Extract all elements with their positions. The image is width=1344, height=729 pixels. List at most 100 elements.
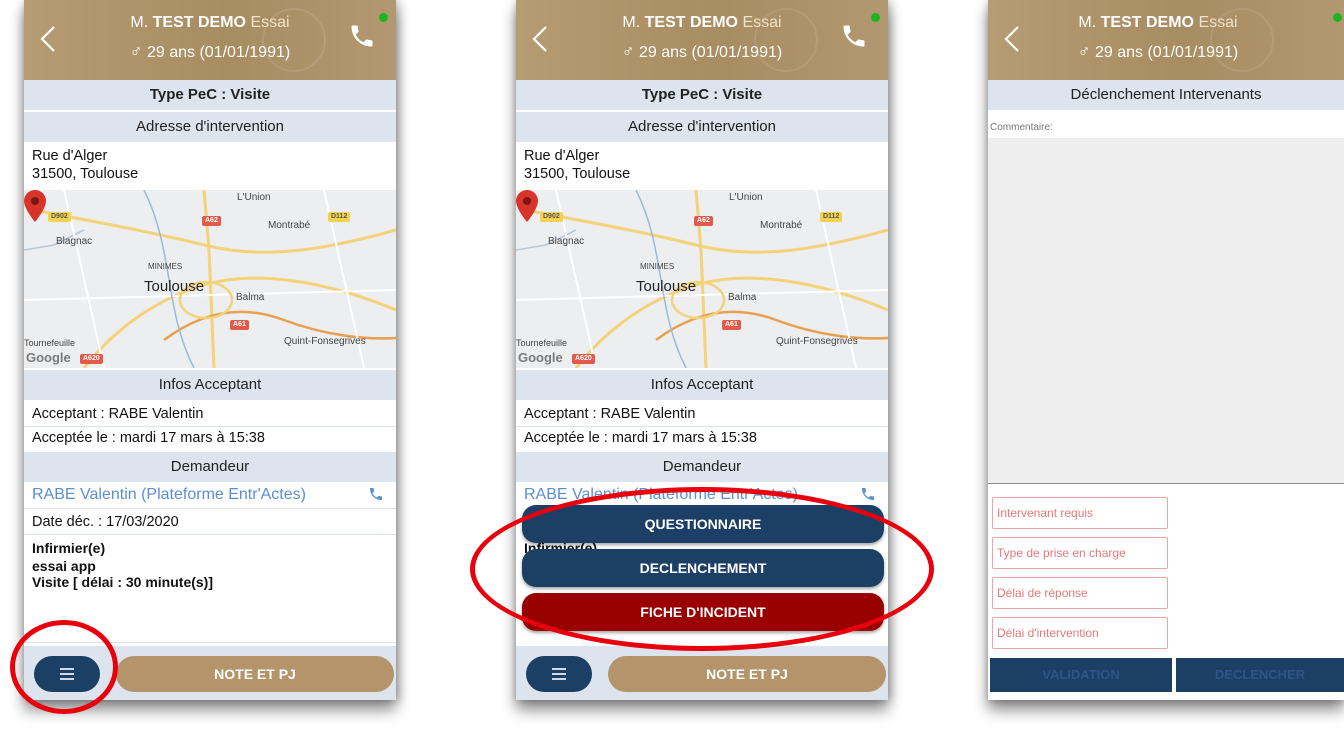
delai-reponse-field[interactable]: Délai de réponse — [992, 577, 1168, 609]
road-a620: A620 — [572, 354, 595, 364]
accepted-date-line: Acceptée le : mardi 17 mars à 15:38 — [524, 430, 757, 446]
screen-menu-open: M. TEST DEMO Essai ♂ 29 ans (01/01/1991)… — [516, 0, 888, 700]
address-line-1: Rue d'Alger — [32, 148, 108, 164]
divider — [24, 426, 396, 427]
map-label-balma: Balma — [728, 292, 757, 303]
demandeur-phone-icon[interactable] — [860, 485, 876, 503]
patient-age-text: 29 ans (01/01/1991) — [146, 44, 291, 61]
location-pin-icon[interactable] — [24, 190, 46, 222]
patient-last-name: TEST DEMO — [1100, 14, 1194, 31]
male-icon: ♂ — [129, 42, 143, 61]
address-line-2: 31500, Toulouse — [32, 166, 139, 182]
demandeur-name-link[interactable]: RABE Valentin (Plateforme Entr'Actes) — [524, 486, 798, 504]
phone-call-icon[interactable] — [840, 20, 868, 52]
declencher-button[interactable]: DECLENCHER — [1176, 658, 1344, 692]
road-a62: A62 — [202, 216, 221, 226]
type-pec-bar: Type PeC : Visite — [516, 80, 888, 110]
map-label-montrabe: Montrabé — [268, 220, 311, 231]
intervention-map[interactable]: L'Union Montrabé Blagnac MINIMES Balma Q… — [516, 190, 888, 368]
hamburger-menu-icon — [60, 668, 74, 680]
comment-textarea[interactable] — [988, 138, 1344, 484]
acceptant-header: Infos Acceptant — [516, 370, 888, 400]
map-label-quint: Quint-Fonsegrives — [776, 336, 858, 347]
accepted-date-line: Acceptée le : mardi 17 mars à 15:38 — [32, 430, 265, 446]
phone-call-icon[interactable] — [348, 20, 376, 52]
acceptant-line: Acceptant : RABE Valentin — [32, 406, 204, 422]
screen-patient-detail: M. TEST DEMO Essai ♂ 29 ans (01/01/1991)… — [24, 0, 396, 700]
demandeur-name-link[interactable]: RABE Valentin (Plateforme Entr'Actes) — [32, 486, 306, 504]
patient-first-name: Essai — [250, 14, 290, 31]
stage: M. TEST DEMO Essai ♂ 29 ans (01/01/1991)… — [0, 0, 1344, 729]
patient-last-name: TEST DEMO — [152, 14, 246, 31]
bottom-bar: NOTE ET PJ — [24, 646, 396, 700]
location-pin-icon[interactable] — [516, 190, 538, 222]
delai-intervention-field[interactable]: Délai d'intervention — [992, 617, 1168, 649]
bottom-bar: NOTE ET PJ — [516, 646, 888, 700]
demandeur-header: Demandeur — [24, 452, 396, 482]
declenchement-button[interactable]: DECLENCHEMENT — [522, 549, 884, 587]
road-d902: D902 — [540, 212, 563, 222]
address-header: Adresse d'intervention — [24, 112, 396, 142]
online-status-dot — [871, 13, 880, 22]
patient-name: M. TEST DEMO Essai — [988, 14, 1344, 32]
map-label-montrabe: Montrabé — [760, 220, 803, 231]
map-label-minimes: MINIMES — [640, 262, 675, 271]
divider — [24, 642, 396, 643]
map-label-lunion: L'Union — [237, 192, 271, 203]
acceptant-line: Acceptant : RABE Valentin — [524, 406, 696, 422]
acceptant-header: Infos Acceptant — [24, 370, 396, 400]
map-label-minimes: MINIMES — [148, 262, 183, 271]
patient-title: M. — [1078, 14, 1097, 31]
questionnaire-button[interactable]: QUESTIONNAIRE — [522, 505, 884, 543]
patient-age-text: 29 ans (01/01/1991) — [638, 44, 783, 61]
screen-declenchement: M. TEST DEMO Essai ♂ 29 ans (01/01/1991)… — [988, 0, 1344, 700]
google-logo: Google — [518, 350, 563, 365]
patient-header: M. TEST DEMO Essai ♂ 29 ans (01/01/1991) — [516, 0, 888, 80]
divider — [24, 508, 396, 509]
male-icon: ♂ — [1077, 42, 1091, 61]
map-label-blagnac: Blagnac — [548, 236, 585, 247]
patient-title: M. — [130, 14, 149, 31]
visit-delay-line: Visite [ délai : 30 minute(s)] — [32, 574, 214, 590]
note-pj-button[interactable]: NOTE ET PJ — [116, 656, 394, 692]
road-a62: A62 — [694, 216, 713, 226]
menu-button[interactable] — [526, 656, 592, 692]
declenchement-header: Déclenchement Intervenants — [988, 80, 1344, 110]
hamburger-menu-icon — [552, 668, 566, 680]
patient-age: ♂ 29 ans (01/01/1991) — [24, 42, 396, 62]
map-label-toulouse: Toulouse — [144, 278, 205, 295]
patient-age-text: 29 ans (01/01/1991) — [1094, 44, 1239, 61]
patient-name: M. TEST DEMO Essai — [24, 14, 396, 32]
validation-button[interactable]: VALIDATION — [990, 658, 1172, 692]
road-a61: A61 — [230, 320, 249, 330]
address-line-1: Rue d'Alger — [524, 148, 600, 164]
patient-title: M. — [622, 14, 641, 31]
road-d112: D112 — [328, 212, 351, 222]
fiche-incident-button[interactable]: FICHE D'INCIDENT — [522, 593, 884, 631]
intervenant-requis-field[interactable]: Intervenant requis — [992, 497, 1168, 529]
patient-header: M. TEST DEMO Essai ♂ 29 ans (01/01/1991) — [24, 0, 396, 80]
map-label-tournefeuille: Tournefeuille — [516, 338, 568, 348]
demandeur-phone-icon[interactable] — [368, 485, 384, 503]
comment-label: Commentaire: — [990, 122, 1053, 133]
map-label-blagnac: Blagnac — [56, 236, 93, 247]
type-prise-en-charge-field[interactable]: Type de prise en charge — [992, 537, 1168, 569]
demandeur-header: Demandeur — [516, 452, 888, 482]
address-line-2: 31500, Toulouse — [524, 166, 631, 182]
divider — [516, 426, 888, 427]
road-a620: A620 — [80, 354, 103, 364]
patient-header: M. TEST DEMO Essai ♂ 29 ans (01/01/1991) — [988, 0, 1344, 80]
role-line: Infirmier(e) — [32, 540, 106, 556]
note-pj-button[interactable]: NOTE ET PJ — [608, 656, 886, 692]
intervention-map[interactable]: L'Union Montrabé Blagnac MINIMES Balma Q… — [24, 190, 396, 368]
divider — [24, 534, 396, 535]
map-label-lunion: L'Union — [729, 192, 763, 203]
address-header: Adresse d'intervention — [516, 112, 888, 142]
patient-age: ♂ 29 ans (01/01/1991) — [988, 42, 1344, 62]
menu-button[interactable] — [34, 656, 100, 692]
patient-name: M. TEST DEMO Essai — [516, 14, 888, 32]
online-status-dot — [1333, 13, 1342, 22]
patient-last-name: TEST DEMO — [644, 14, 738, 31]
google-logo: Google — [26, 350, 71, 365]
male-icon: ♂ — [621, 42, 635, 61]
